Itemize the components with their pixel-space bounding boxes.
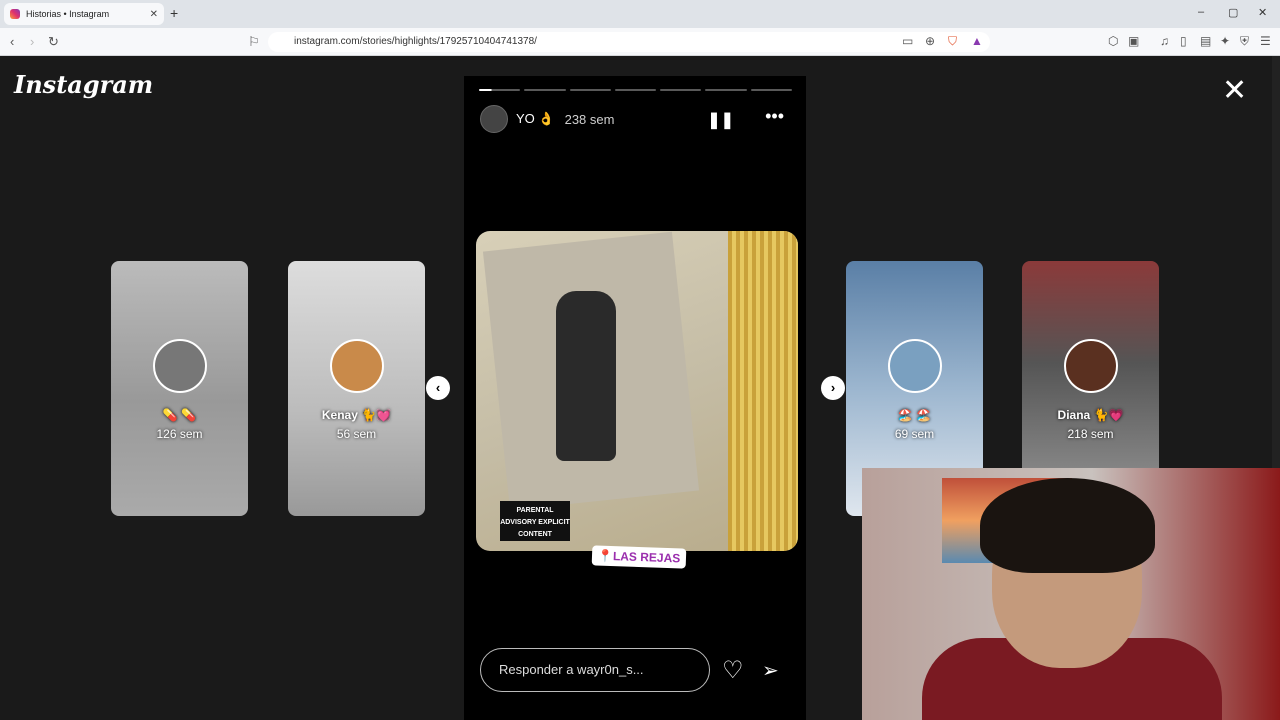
- story-header: YO 👌 238 sem ❚❚ •••: [480, 104, 790, 134]
- side-story-time: 126 sem: [156, 427, 203, 441]
- url-field[interactable]: instagram.com/stories/highlights/1792571…: [268, 32, 990, 52]
- story-time: 238 sem: [564, 111, 615, 127]
- webcam-overlay: [862, 468, 1280, 720]
- wallet-icon[interactable]: ▤: [1200, 34, 1211, 48]
- forward-icon[interactable]: ›: [30, 34, 34, 49]
- maximize-button[interactable]: ▢: [1228, 6, 1238, 19]
- ai-icon[interactable]: ✦: [1220, 34, 1230, 48]
- person-figure: [556, 291, 616, 461]
- side-story-name: Diana 🐈💗: [1057, 408, 1124, 422]
- music-icon[interactable]: ♫: [1160, 34, 1169, 48]
- tab-title: Historias • Instagram: [26, 9, 110, 19]
- side-story-time: 69 sem: [894, 427, 935, 441]
- instagram-logo[interactable]: Instagram: [14, 70, 153, 99]
- side-story-time: 218 sem: [1067, 427, 1114, 441]
- new-tab-button[interactable]: +: [170, 5, 178, 21]
- browser-tab[interactable]: Historias • Instagram ✕: [4, 3, 164, 25]
- side-story-name: 💊 💊: [162, 408, 197, 422]
- instagram-favicon-icon: [10, 9, 20, 19]
- reload-icon[interactable]: ↻: [48, 34, 59, 50]
- close-stories-button[interactable]: ✕: [1222, 76, 1247, 106]
- avatar[interactable]: [480, 105, 508, 133]
- zoom-icon[interactable]: ⊕: [925, 34, 935, 48]
- side-story-2[interactable]: Kenay 🐈💓 56 sem: [288, 261, 425, 516]
- location-sticker[interactable]: 📍LAS REJAS: [591, 545, 687, 569]
- minimize-button[interactable]: –: [1198, 6, 1204, 18]
- progress-segment: [660, 89, 702, 91]
- brave-shield-icon[interactable]: ⛉: [948, 34, 957, 49]
- side-story-time: 56 sem: [336, 427, 377, 441]
- story-avatar: [153, 339, 207, 393]
- send-icon[interactable]: ➢: [762, 658, 779, 683]
- webcam-hair: [980, 478, 1155, 573]
- side-story-1[interactable]: 💊 💊 126 sem: [111, 261, 248, 516]
- story-avatar: [888, 339, 942, 393]
- active-story[interactable]: YO 👌 238 sem ❚❚ ••• PARENTAL ADVISORY EX…: [464, 76, 806, 720]
- parental-advisory-sticker: PARENTAL ADVISORY EXPLICIT CONTENT: [500, 501, 570, 541]
- cast-icon[interactable]: ▭: [902, 34, 913, 48]
- progress-segment: [614, 89, 657, 91]
- progress-segment: [569, 89, 611, 91]
- story-progress-bar: [479, 89, 792, 92]
- reply-input[interactable]: Responder a wayr0n_s...: [480, 648, 710, 692]
- gold-curtain: [728, 231, 798, 551]
- more-icon[interactable]: •••: [765, 106, 784, 127]
- bookmark-icon[interactable]: ⚐: [248, 34, 260, 50]
- story-avatar: [1064, 339, 1118, 393]
- progress-segment: [750, 89, 792, 91]
- tab-close-icon[interactable]: ✕: [150, 9, 158, 20]
- sidebar-icon[interactable]: ▯: [1180, 34, 1187, 48]
- side-story-name: Kenay 🐈💓: [321, 408, 392, 422]
- heart-icon[interactable]: ♡: [722, 656, 744, 685]
- progress-segment: [524, 89, 566, 91]
- screenshot-icon[interactable]: ▣: [1128, 34, 1139, 48]
- pause-icon[interactable]: ❚❚: [707, 110, 734, 130]
- progress-segment: [705, 89, 747, 91]
- story-photo: PARENTAL ADVISORY EXPLICIT CONTENT: [476, 231, 798, 551]
- extensions-icon[interactable]: ⬡: [1108, 34, 1118, 48]
- close-window-button[interactable]: ✕: [1258, 6, 1267, 19]
- prev-story-button[interactable]: ‹: [426, 376, 450, 400]
- stories-page: Instagram ✕ 💊 💊 126 sem Kenay 🐈💓 56 sem …: [0, 56, 1280, 720]
- story-username[interactable]: YO 👌: [516, 111, 555, 127]
- next-story-button[interactable]: ›: [821, 376, 845, 400]
- rewards-icon[interactable]: ▲: [971, 34, 983, 48]
- browser-tab-bar: Historias • Instagram ✕ + – ▢ ✕: [0, 0, 1280, 28]
- progress-segment: [479, 89, 521, 91]
- side-story-name: 🏖️ 🏖️: [897, 408, 932, 422]
- story-avatar: [330, 339, 384, 393]
- vpn-icon[interactable]: ⛨: [1240, 34, 1249, 49]
- back-icon[interactable]: ‹: [10, 34, 14, 49]
- menu-icon[interactable]: ☰: [1260, 34, 1271, 48]
- address-bar: ‹ › ↻ ⚐ instagram.com/stories/highlights…: [0, 28, 1280, 56]
